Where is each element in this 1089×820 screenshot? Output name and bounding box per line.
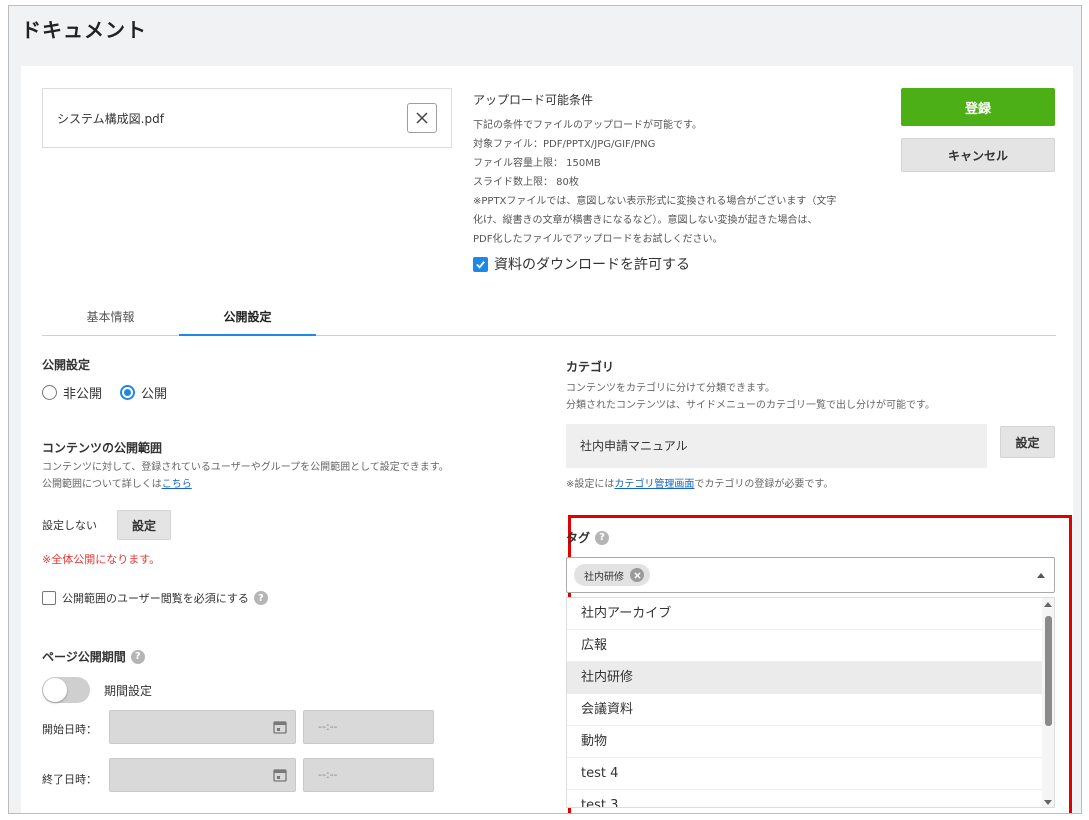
radio-private[interactable] xyxy=(42,385,57,400)
document-panel: システム構成図.pdf アップロード可能条件 下記の条件でファイルのアップロード… xyxy=(21,66,1073,813)
radio-private-label: 非公開 xyxy=(63,387,103,402)
tag-label-row: タグ ? xyxy=(566,529,610,546)
tag-option[interactable]: 動物 xyxy=(567,726,1044,758)
condition-line: ※PPTXファイルでは、意図しない表示形式に変換される場合がございます（文字 xyxy=(473,196,837,207)
close-icon xyxy=(416,112,428,124)
tag-label: タグ xyxy=(566,531,591,545)
help-icon[interactable]: ? xyxy=(253,591,268,605)
tag-option[interactable]: 会議資料 xyxy=(567,694,1044,726)
remove-tag-icon[interactable] xyxy=(630,568,644,582)
period-label: ページ公開期間 xyxy=(42,650,126,664)
scope-status: 設定しない xyxy=(42,519,97,532)
tag-option[interactable]: test 3 xyxy=(567,790,1044,807)
condition-line: スライド数上限： 80枚 xyxy=(473,177,579,188)
upload-conditions-title: アップロード可能条件 xyxy=(473,93,594,107)
tab-basic-info[interactable]: 基本情報 xyxy=(42,308,179,336)
chevron-up-icon[interactable] xyxy=(1037,573,1045,578)
category-note: ※設定にはカテゴリ管理画面でカテゴリの登録が必要です。 xyxy=(566,479,834,490)
tag-chip-label: 社内研修 xyxy=(584,571,624,583)
scroll-up-icon[interactable] xyxy=(1044,602,1052,607)
period-toggle-row: 期間設定 xyxy=(42,677,152,703)
help-icon[interactable]: ? xyxy=(130,649,145,664)
page-title: ドキュメント xyxy=(21,18,147,42)
condition-line: PDF化したファイルでアップロードをお試しください。 xyxy=(473,234,723,245)
tag-option[interactable]: 社内研修 xyxy=(567,662,1044,694)
tag-option[interactable]: test 4 xyxy=(567,758,1044,790)
publish-radio-group: 非公開 公開 xyxy=(42,383,167,402)
tab-publish-settings[interactable]: 公開設定 xyxy=(179,308,316,336)
period-toggle-label: 期間設定 xyxy=(104,683,153,698)
period-toggle[interactable] xyxy=(42,677,90,703)
start-time-input[interactable]: --:-- xyxy=(303,710,434,744)
require-view-label: 公開範囲のユーザー閲覧を必須にする xyxy=(62,592,249,605)
dropdown-scrollbar[interactable] xyxy=(1042,598,1054,807)
clear-file-button[interactable] xyxy=(407,103,437,133)
uploaded-file-name: システム構成図.pdf xyxy=(57,112,164,126)
calendar-icon xyxy=(273,721,287,734)
condition-line: 下記の条件でファイルのアップロードが可能です。 xyxy=(473,120,702,131)
condition-line: 化け、縦書きの文章が横書きになるなど）。意図しない変換が起きた場合は、 xyxy=(473,215,818,226)
category-admin-link[interactable]: カテゴリ管理画面 xyxy=(614,479,694,490)
category-set-button[interactable]: 設定 xyxy=(1000,426,1055,458)
scope-set-button[interactable]: 設定 xyxy=(117,510,171,540)
tag-option[interactable]: 広報 xyxy=(567,630,1044,662)
end-time-input[interactable]: --:-- xyxy=(303,758,434,792)
upload-conditions: アップロード可能条件 下記の条件でファイルのアップロードが可能です。 対象ファイ… xyxy=(473,91,893,249)
radio-public[interactable] xyxy=(120,385,136,400)
start-date-input[interactable] xyxy=(109,710,296,744)
register-button[interactable]: 登録 xyxy=(901,88,1055,126)
condition-line: ファイル容量上限： 150MB xyxy=(473,158,601,169)
start-date-label: 開始日時： xyxy=(42,723,97,736)
scope-details-link[interactable]: こちら xyxy=(162,479,192,490)
end-date-label: 終了日時： xyxy=(42,773,97,786)
scope-label: コンテンツの公開範囲 xyxy=(42,441,163,455)
scroll-down-icon[interactable] xyxy=(1044,800,1052,805)
category-description: コンテンツをカテゴリに分けて分類できます。 xyxy=(566,383,775,394)
file-upload-box: システム構成図.pdf xyxy=(42,88,452,148)
checkbox-empty-icon xyxy=(42,591,56,605)
tag-chip: 社内研修 xyxy=(574,564,650,586)
cancel-button[interactable]: キャンセル xyxy=(901,138,1055,172)
calendar-icon xyxy=(273,769,287,782)
checkbox-checked-icon xyxy=(473,256,488,272)
end-date-input[interactable] xyxy=(109,758,296,792)
scrollbar-thumb[interactable] xyxy=(1045,616,1052,726)
tag-select[interactable]: 社内研修 xyxy=(566,557,1055,593)
app-frame: ドキュメント システム構成図.pdf アップロード可能条件 下記の条件でファイル… xyxy=(8,5,1082,814)
category-value: 社内申請マニュアル xyxy=(566,424,987,468)
category-label: カテゴリ xyxy=(566,360,615,374)
help-icon[interactable]: ? xyxy=(595,530,610,545)
scope-help-text: 公開範囲について詳しくはこちら xyxy=(42,479,192,490)
tag-dropdown-list: 社内アーカイブ 広報 社内研修 会議資料 動物 test 4 test 3 xyxy=(566,597,1055,808)
tag-option[interactable]: 社内アーカイブ xyxy=(567,598,1044,630)
scope-warning: ※全体公開になります。 xyxy=(42,553,161,566)
allow-download-label: 資料のダウンロードを許可する xyxy=(494,257,690,273)
scope-description: コンテンツに対して、登録されているユーザーやグループを公開範囲として設定できます… xyxy=(42,462,449,473)
allow-download-checkbox[interactable]: 資料のダウンロードを許可する xyxy=(473,254,690,274)
category-description-2: 分類されたコンテンツは、サイドメニューのカテゴリ一覧で出し分けが可能です。 xyxy=(566,400,935,411)
require-view-checkbox[interactable]: 公開範囲のユーザー閲覧を必須にする ? xyxy=(42,590,268,606)
period-label-row: ページ公開期間 ? xyxy=(42,648,145,665)
condition-line: 対象ファイル：PDF/PPTX/JPG/GIF/PNG xyxy=(473,139,656,150)
settings-tabs: 基本情報 公開設定 xyxy=(42,304,1056,336)
radio-public-label: 公開 xyxy=(141,387,168,402)
publish-setting-label: 公開設定 xyxy=(42,358,91,372)
